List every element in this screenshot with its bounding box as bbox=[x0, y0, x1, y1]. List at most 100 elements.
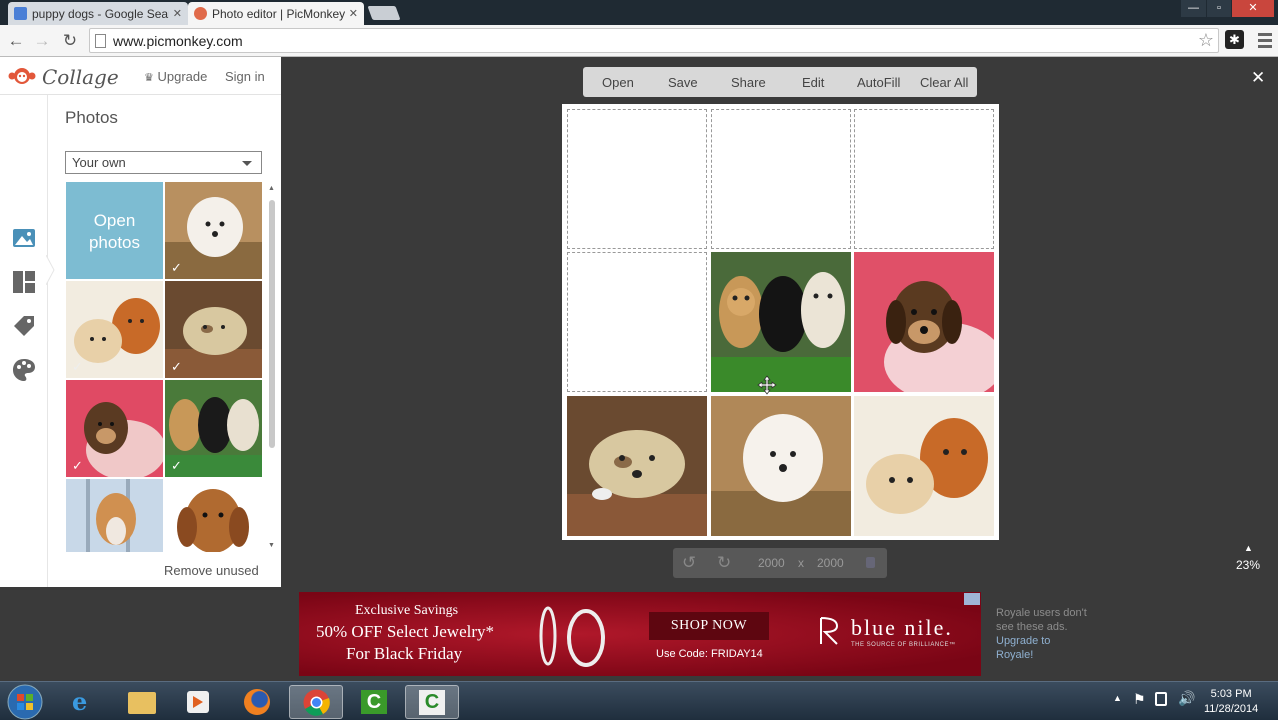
collage-panel: Collage ♛ Upgrade Sign in Photos Your ow… bbox=[0, 57, 281, 587]
new-tab-button[interactable] bbox=[367, 6, 401, 20]
taskbar-camtasia-studio[interactable]: C bbox=[405, 685, 459, 719]
tab-picmonkey[interactable]: Photo editor | PicMonkey ✕ bbox=[188, 2, 364, 25]
share-button[interactable]: Share bbox=[731, 75, 766, 90]
tab-close-icon[interactable]: ✕ bbox=[173, 7, 182, 20]
tool-sidebar bbox=[0, 95, 55, 587]
scroll-down-icon[interactable]: ▼ bbox=[268, 542, 275, 549]
photo-thumbnail[interactable]: ✓ bbox=[66, 380, 163, 477]
remove-unused-link[interactable]: Remove unused bbox=[164, 563, 259, 578]
close-editor-button[interactable]: ✕ bbox=[1251, 68, 1265, 88]
collage-cell-photo[interactable] bbox=[711, 252, 851, 392]
photo-thumbnail[interactable]: ✓ bbox=[165, 182, 262, 279]
minimize-button[interactable]: — bbox=[1181, 0, 1206, 17]
collage-cell-photo[interactable] bbox=[711, 396, 851, 536]
clear-all-button[interactable]: Clear All bbox=[920, 75, 968, 90]
collage-cell-photo[interactable] bbox=[854, 396, 994, 536]
blue-nile-monogram-icon bbox=[820, 617, 839, 645]
folder-icon bbox=[128, 692, 156, 714]
open-photos-button[interactable]: Open photos bbox=[66, 182, 163, 279]
canvas-height-value[interactable]: 2000 bbox=[817, 556, 844, 570]
spaniel-puppy-photo bbox=[165, 479, 262, 552]
autofill-button[interactable]: AutoFill bbox=[857, 75, 900, 90]
collage-cell-empty[interactable] bbox=[711, 109, 851, 249]
picmonkey-logo-icon bbox=[8, 68, 36, 84]
browser-menu-icon[interactable] bbox=[1258, 33, 1272, 51]
system-clock[interactable]: 5:03 PM 11/28/2014 bbox=[1204, 687, 1258, 717]
forward-button[interactable]: → bbox=[31, 30, 53, 52]
three-labrador-puppies-photo bbox=[711, 252, 851, 392]
taskbar-file-explorer[interactable] bbox=[114, 685, 168, 719]
chrome-icon bbox=[303, 689, 330, 716]
photo-thumbnail[interactable]: ✓ bbox=[66, 281, 163, 378]
lock-icon[interactable] bbox=[866, 557, 875, 568]
start-button-icon[interactable] bbox=[6, 683, 44, 720]
photo-thumbnail[interactable]: ✓ bbox=[165, 281, 262, 378]
collage-cell-photo[interactable] bbox=[567, 396, 707, 536]
show-hidden-icons-icon[interactable]: ▲ bbox=[1113, 693, 1122, 703]
taskbar-firefox[interactable] bbox=[230, 685, 284, 719]
tab-google-search[interactable]: puppy dogs - Google Sear ✕ bbox=[8, 2, 188, 25]
scrollbar-thumb[interactable] bbox=[269, 200, 275, 448]
thumbnails-scrollbar[interactable]: ▲ ▼ bbox=[268, 185, 276, 553]
move-cursor-icon bbox=[757, 375, 777, 395]
zoom-up-icon[interactable]: ▲ bbox=[1244, 543, 1253, 553]
zoom-level[interactable]: 23% bbox=[1236, 558, 1260, 572]
address-bar[interactable]: www.picmonkey.com ☆ bbox=[89, 28, 1219, 53]
bookmark-star-icon[interactable]: ☆ bbox=[1198, 30, 1214, 51]
blue-nile-brand: blue nile. bbox=[851, 615, 953, 640]
tag-icon[interactable] bbox=[11, 313, 37, 339]
layout-icon[interactable] bbox=[11, 269, 37, 295]
tab-close-icon[interactable]: ✕ bbox=[349, 7, 358, 20]
reload-button[interactable]: ↻ bbox=[59, 30, 81, 52]
taskbar-internet-explorer[interactable]: e bbox=[57, 685, 111, 719]
sign-in-link[interactable]: Sign in bbox=[225, 69, 265, 84]
photo-thumbnail[interactable]: ✓ bbox=[165, 380, 262, 477]
browser-titlebar: puppy dogs - Google Sear ✕ Photo editor … bbox=[0, 0, 1278, 25]
extension-icon[interactable]: ✱ bbox=[1225, 30, 1244, 49]
photo-source-select[interactable]: Your own bbox=[65, 151, 262, 174]
browser-toolbar: ← → ↻ www.picmonkey.com ☆ ✱ bbox=[0, 25, 1278, 57]
scroll-up-icon[interactable]: ▲ bbox=[268, 185, 275, 192]
collage-canvas bbox=[562, 104, 999, 540]
back-button[interactable]: ← bbox=[5, 30, 27, 52]
undo-icon[interactable]: ↺ bbox=[682, 553, 696, 573]
volume-icon[interactable]: 🔊 bbox=[1178, 690, 1195, 707]
redo-icon[interactable]: ↻ bbox=[717, 553, 731, 573]
canvas-width-value[interactable]: 2000 bbox=[758, 556, 785, 570]
palette-icon[interactable] bbox=[11, 357, 37, 383]
collage-cell-photo[interactable] bbox=[854, 252, 994, 392]
save-button[interactable]: Save bbox=[668, 75, 698, 90]
panel-header: Collage ♛ Upgrade Sign in bbox=[0, 57, 281, 95]
taskbar-camtasia-recorder[interactable]: C bbox=[347, 685, 401, 719]
collage-cell-empty[interactable] bbox=[567, 252, 707, 392]
shop-now-button[interactable]: SHOP NOW bbox=[649, 612, 769, 640]
size-separator: x bbox=[798, 556, 804, 570]
action-center-flag-icon[interactable]: ⚑ bbox=[1133, 691, 1146, 708]
ad-line-2: 50% OFF Select Jewelry* bbox=[316, 622, 495, 641]
puppy-in-basket-photo bbox=[567, 396, 707, 536]
used-check-icon: ✓ bbox=[72, 359, 83, 374]
royale-ad-note: Royale users don't see these ads. Upgrad… bbox=[996, 606, 1096, 662]
photo-thumbnail[interactable] bbox=[66, 479, 163, 552]
collage-cell-empty[interactable] bbox=[854, 109, 994, 249]
upgrade-link[interactable]: ♛ Upgrade bbox=[144, 69, 207, 84]
edit-button[interactable]: Edit bbox=[802, 75, 824, 90]
image-icon[interactable] bbox=[11, 225, 37, 251]
blue-nile-logo: blue nile. THE SOURCE OF BRILLIANCE™ bbox=[817, 612, 967, 652]
collage-cell-empty[interactable] bbox=[567, 109, 707, 249]
internet-explorer-icon: e bbox=[72, 687, 88, 716]
ad-choices-icon[interactable] bbox=[964, 593, 980, 605]
photo-thumbnail[interactable] bbox=[165, 479, 262, 552]
maximize-button[interactable]: ▫ bbox=[1207, 0, 1231, 17]
upgrade-royale-link[interactable]: Upgrade to Royale! bbox=[996, 634, 1066, 662]
power-icon[interactable] bbox=[1155, 692, 1167, 706]
royale-text: Royale users don't see these ads. bbox=[996, 607, 1087, 633]
advertisement-banner[interactable]: Exclusive Savings 50% OFF Select Jewelry… bbox=[299, 592, 981, 676]
tab-title: puppy dogs - Google Sear bbox=[32, 6, 169, 21]
taskbar-media-player[interactable] bbox=[171, 685, 225, 719]
close-window-button[interactable]: ✕ bbox=[1232, 0, 1274, 17]
app-name: Collage bbox=[42, 65, 119, 89]
open-button[interactable]: Open bbox=[602, 75, 634, 90]
ad-line-1: Exclusive Savings bbox=[355, 603, 459, 618]
taskbar-chrome[interactable] bbox=[289, 685, 343, 719]
